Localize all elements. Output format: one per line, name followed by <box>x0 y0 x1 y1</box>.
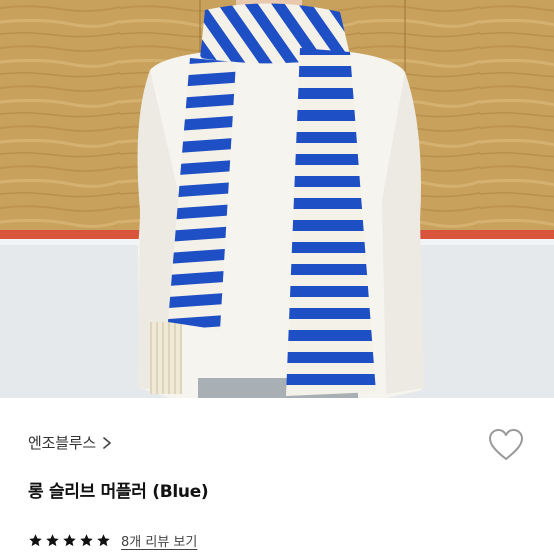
product-image <box>0 0 554 398</box>
star-filled-icon <box>63 534 76 547</box>
rating-row: 8개 리뷰 보기 <box>28 531 197 550</box>
reviews-link[interactable]: 8개 리뷰 보기 <box>121 531 197 550</box>
star-filled-icon <box>97 534 110 547</box>
star-filled-icon <box>46 534 59 547</box>
product-title: 롱 슬리브 머플러 (Blue) <box>28 482 209 502</box>
wishlist-button[interactable] <box>488 428 524 462</box>
brand-name: 엔조블루스 <box>28 434 97 452</box>
chevron-right-icon <box>103 436 111 449</box>
heart-outline-icon <box>489 429 523 460</box>
star-rating <box>28 533 111 548</box>
star-filled-icon <box>80 534 93 547</box>
star-filled-icon <box>29 534 42 547</box>
brand-link[interactable]: 엔조블루스 <box>28 432 112 453</box>
product-info-panel: 엔조블루스 롱 슬리브 머플러 (Blue) 8개 리뷰 보기 <box>0 398 554 554</box>
